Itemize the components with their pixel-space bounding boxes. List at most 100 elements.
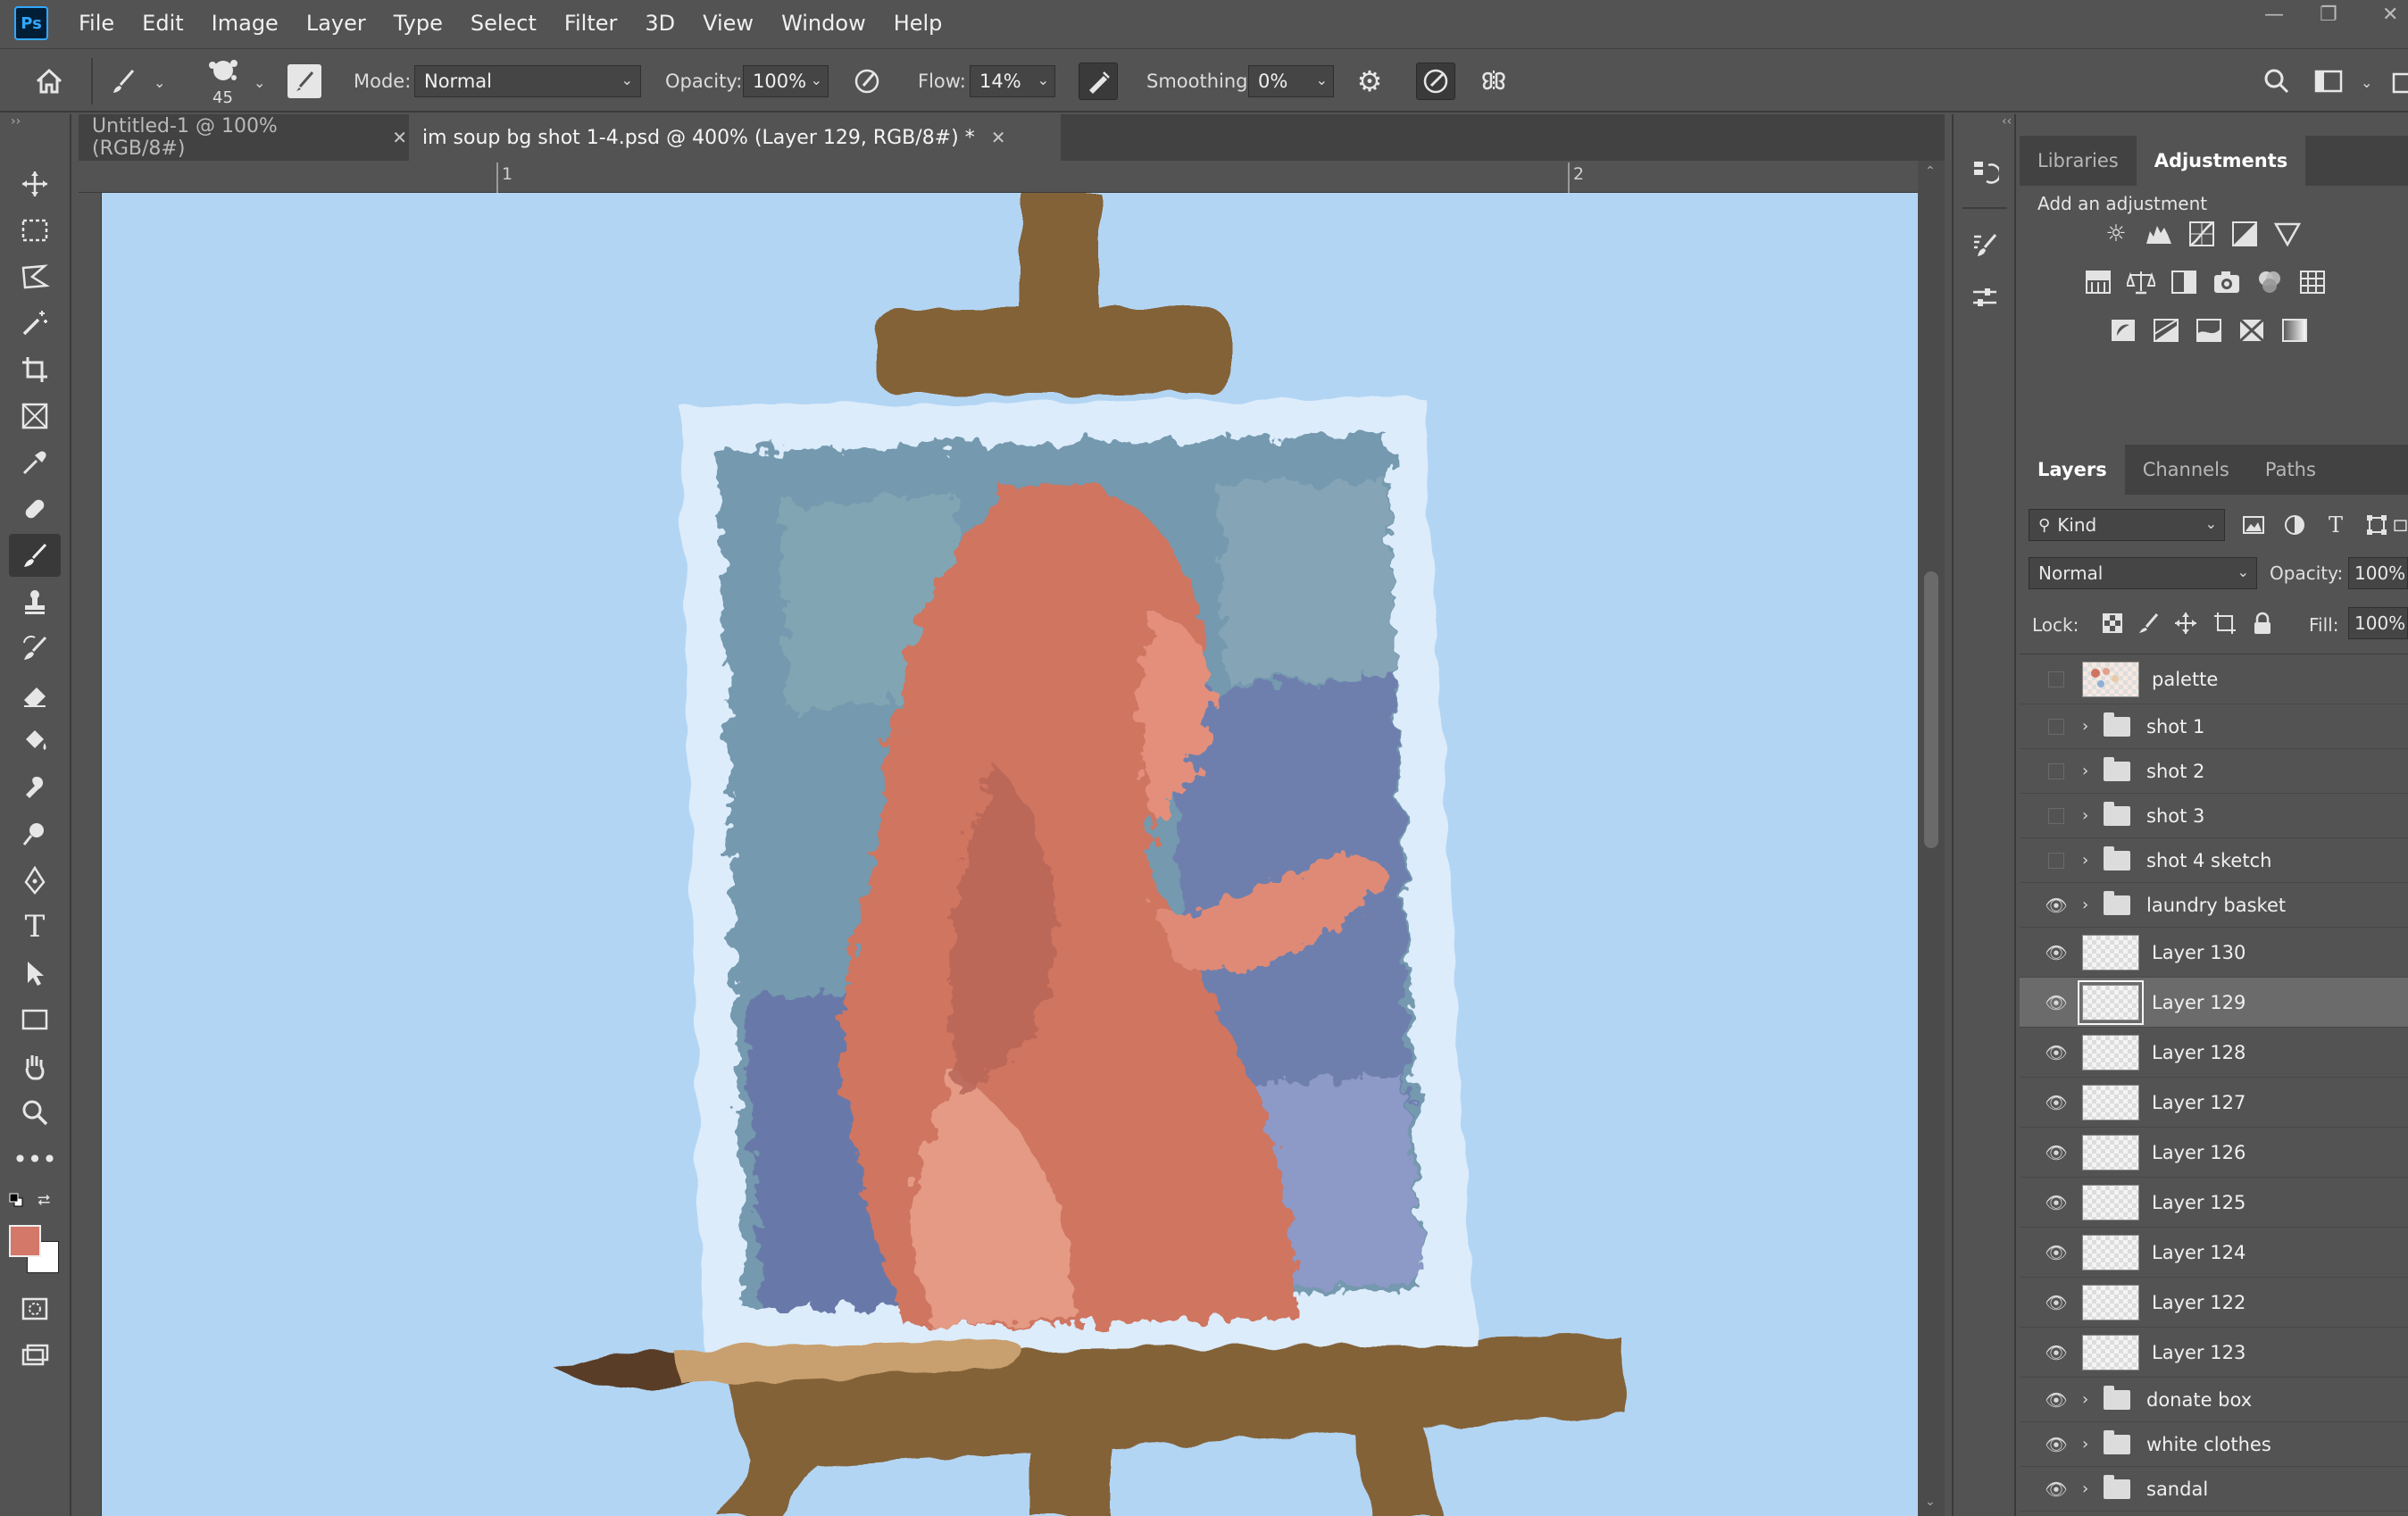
expand-chevron-icon[interactable]: › <box>2082 895 2088 914</box>
menu-type[interactable]: Type <box>394 11 443 36</box>
visibility-toggle[interactable] <box>2048 807 2064 824</box>
layer-row[interactable]: 👁 Layer 130 <box>2020 928 2408 978</box>
tool-preset-chevron-icon[interactable]: ⌄ <box>154 74 165 91</box>
expand-chevron-icon[interactable]: › <box>2082 851 2088 870</box>
eye-icon[interactable]: 👁 <box>2043 1342 2070 1363</box>
layer-row[interactable]: 👁 Layer 123 <box>2020 1328 2408 1378</box>
restore-icon[interactable]: ❐ <box>2320 4 2337 26</box>
threshold-icon[interactable] <box>2193 314 2225 346</box>
brush-picker-chevron-icon[interactable]: ⌄ <box>254 74 265 91</box>
crop-tool-icon[interactable] <box>9 348 61 391</box>
scroll-down-icon[interactable]: ⌄ <box>1925 1495 1936 1509</box>
levels-icon[interactable] <box>2143 218 2175 250</box>
canvas[interactable] <box>102 193 1918 1516</box>
color-balance-icon[interactable] <box>2125 266 2157 298</box>
menu-layer[interactable]: Layer <box>306 11 366 36</box>
lock-all-icon[interactable] <box>2246 607 2279 639</box>
flow-chevron-icon[interactable]: ⌄ <box>1037 71 1049 88</box>
move-tool-icon[interactable] <box>9 162 61 205</box>
quick-mask-icon[interactable] <box>9 1287 61 1330</box>
scrollbar-thumb[interactable] <box>1924 571 1938 848</box>
type-tool-icon[interactable]: T <box>9 905 61 948</box>
home-icon[interactable] <box>30 63 68 99</box>
layer-row[interactable]: 👁 Layer 128 <box>2020 1028 2408 1078</box>
layer-row[interactable]: 👁 Layer 127 <box>2020 1078 2408 1128</box>
layer-group-row[interactable]: › shot 1 <box>2020 704 2408 749</box>
eraser-tool-icon[interactable] <box>9 673 61 716</box>
layer-row[interactable]: 👁 Layer 125 <box>2020 1178 2408 1228</box>
layer-row[interactable]: 👁 Layer 122 <box>2020 1278 2408 1328</box>
layer-group-row[interactable]: › shot 2 <box>2020 749 2408 794</box>
history-brush-tool-icon[interactable] <box>9 627 61 670</box>
tab-layers[interactable]: Layers <box>2020 445 2125 495</box>
more-tools-icon[interactable]: ••• <box>9 1137 61 1180</box>
brush-tool-icon[interactable] <box>9 534 61 577</box>
path-selection-tool-icon[interactable] <box>9 952 61 995</box>
eye-icon[interactable]: 👁 <box>2043 1092 2070 1113</box>
selective-color-icon[interactable] <box>2236 314 2268 346</box>
layer-group-row[interactable]: › shot 3 <box>2020 794 2408 838</box>
brush-tip-icon[interactable] <box>202 54 245 90</box>
pen-tool-icon[interactable] <box>9 859 61 902</box>
smoothing-field[interactable]: 0% ⌄ <box>1248 65 1334 97</box>
layer-group-row[interactable]: 👁 › donate box <box>2020 1378 2408 1422</box>
tab-im-soup-bg[interactable]: im soup bg shot 1-4.psd @ 400% (Layer 12… <box>409 114 1061 161</box>
filter-pixel-icon[interactable] <box>2237 509 2270 541</box>
default-colors-icon[interactable] <box>9 1193 23 1207</box>
layer-row[interactable]: palette <box>2020 654 2408 704</box>
posterize-icon[interactable] <box>2150 314 2182 346</box>
color-lookup-icon[interactable] <box>2296 266 2329 298</box>
eye-icon[interactable]: 👁 <box>2043 1192 2070 1213</box>
expand-chevron-icon[interactable]: › <box>2082 1435 2088 1454</box>
collapse-dock-icon[interactable]: ‹‹ <box>2002 114 2012 129</box>
menu-window[interactable]: Window <box>781 11 866 36</box>
magic-wand-tool-icon[interactable] <box>9 302 61 345</box>
close-tab-icon[interactable]: ✕ <box>392 127 407 148</box>
layer-group-row[interactable]: › shot 4 sketch <box>2020 838 2408 883</box>
properties-panel-icon[interactable] <box>1966 279 2004 316</box>
lock-transparent-pixels-icon[interactable] <box>2096 607 2129 639</box>
filter-smart-object-icon[interactable] <box>2393 509 2408 541</box>
eye-icon[interactable]: 👁 <box>2043 1242 2070 1263</box>
eyedropper-tool-icon[interactable] <box>9 441 61 484</box>
filter-shape-icon[interactable] <box>2361 509 2393 541</box>
lock-artboard-icon[interactable] <box>2209 607 2241 639</box>
lasso-tool-icon[interactable] <box>9 255 61 298</box>
hue-saturation-icon[interactable] <box>2082 266 2114 298</box>
expand-chevron-icon[interactable]: › <box>2082 762 2088 780</box>
eye-icon[interactable]: 👁 <box>2043 992 2070 1013</box>
eye-icon[interactable]: 👁 <box>2043 942 2070 963</box>
tab-untitled-1[interactable]: Untitled-1 @ 100% (RGB/8#) ✕ <box>79 114 407 161</box>
visibility-toggle[interactable] <box>2048 762 2064 779</box>
smoothing-chevron-icon[interactable]: ⌄ <box>1316 71 1328 88</box>
exposure-icon[interactable] <box>2229 218 2261 250</box>
opacity-field[interactable]: 100% ⌄ <box>743 65 829 97</box>
layer-row[interactable]: 👁 Layer 124 <box>2020 1228 2408 1278</box>
menu-select[interactable]: Select <box>471 11 537 36</box>
gear-icon[interactable]: ⚙ <box>1352 63 1387 99</box>
curves-icon[interactable] <box>2186 218 2218 250</box>
paint-bucket-tool-icon[interactable] <box>9 720 61 762</box>
foreground-color-swatch[interactable] <box>9 1225 41 1257</box>
tab-channels[interactable]: Channels <box>2125 445 2247 495</box>
vibrance-icon[interactable] <box>2271 218 2304 250</box>
lock-image-pixels-icon[interactable] <box>2132 607 2164 639</box>
history-panel-icon[interactable] <box>1966 154 2004 191</box>
layer-group-row[interactable]: 👁 › laundry basket <box>2020 883 2408 928</box>
tab-adjustments[interactable]: Adjustments <box>2136 136 2306 186</box>
brush-settings-icon[interactable] <box>287 64 321 98</box>
close-window-icon[interactable]: ✕ <box>2382 4 2398 26</box>
healing-brush-tool-icon[interactable] <box>9 487 61 530</box>
pressure-opacity-icon[interactable] <box>848 63 886 99</box>
layer-blend-mode-select[interactable]: Normal ⌄ <box>2029 557 2257 589</box>
filter-adjustment-icon[interactable] <box>2279 509 2311 541</box>
rectangle-tool-icon[interactable] <box>9 998 61 1041</box>
marquee-tool-icon[interactable] <box>9 209 61 252</box>
workspace-icon[interactable] <box>2311 65 2346 97</box>
eye-icon[interactable]: 👁 <box>2043 1042 2070 1063</box>
tab-libraries[interactable]: Libraries <box>2020 136 2137 186</box>
scroll-up-icon[interactable]: ⌃ <box>1925 164 1936 179</box>
lock-position-icon[interactable] <box>2170 607 2202 639</box>
workspace-chevron-icon[interactable]: ⌄ <box>2361 74 2372 91</box>
layer-fill-field[interactable]: 100% <box>2348 607 2408 639</box>
